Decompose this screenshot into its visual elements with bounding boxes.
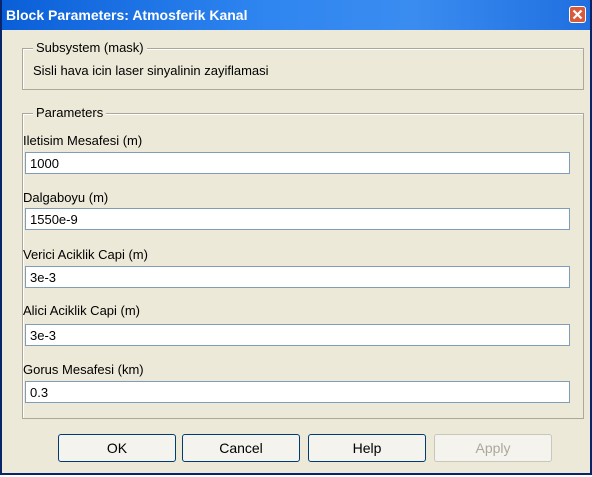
close-button[interactable] (569, 6, 586, 23)
apply-button[interactable]: Apply (434, 434, 552, 462)
param-input-gorus-mesafesi[interactable]: 0.3 (25, 381, 570, 403)
param-label-iletisim-mesafesi: Iletisim Mesafesi (m) (23, 133, 143, 148)
subsystem-mask-group: Subsystem (mask) Sisli hava icin laser s… (22, 40, 584, 90)
param-label-alici-aciklik-capi: Alici Aciklik Capi (m) (23, 303, 141, 318)
title-bar[interactable]: Block Parameters: Atmosferik Kanal (2, 0, 590, 30)
param-input-dalgaboyu[interactable]: 1550e-9 (25, 208, 570, 230)
cancel-button[interactable]: Cancel (182, 434, 300, 462)
param-label-verici-aciklik-capi: Verici Aciklik Capi (m) (23, 247, 148, 262)
ok-button[interactable]: OK (58, 434, 176, 462)
help-button[interactable]: Help (308, 434, 426, 462)
close-icon (572, 9, 583, 20)
param-input-alici-aciklik-capi[interactable]: 3e-3 (25, 324, 570, 346)
window-title: Block Parameters: Atmosferik Kanal (6, 7, 248, 23)
param-input-iletisim-mesafesi[interactable]: 1000 (25, 152, 570, 174)
param-label-dalgaboyu: Dalgaboyu (m) (23, 190, 109, 205)
block-parameters-dialog: Block Parameters: Atmosferik Kanal Subsy… (0, 0, 592, 475)
parameters-legend: Parameters (33, 105, 107, 120)
param-input-verici-aciklik-capi[interactable]: 3e-3 (25, 266, 570, 288)
mask-description: Sisli hava icin laser sinyalinin zayifla… (33, 63, 269, 78)
param-label-gorus-mesafesi: Gorus Mesafesi (km) (23, 362, 144, 377)
subsystem-mask-legend: Subsystem (mask) (33, 40, 147, 55)
